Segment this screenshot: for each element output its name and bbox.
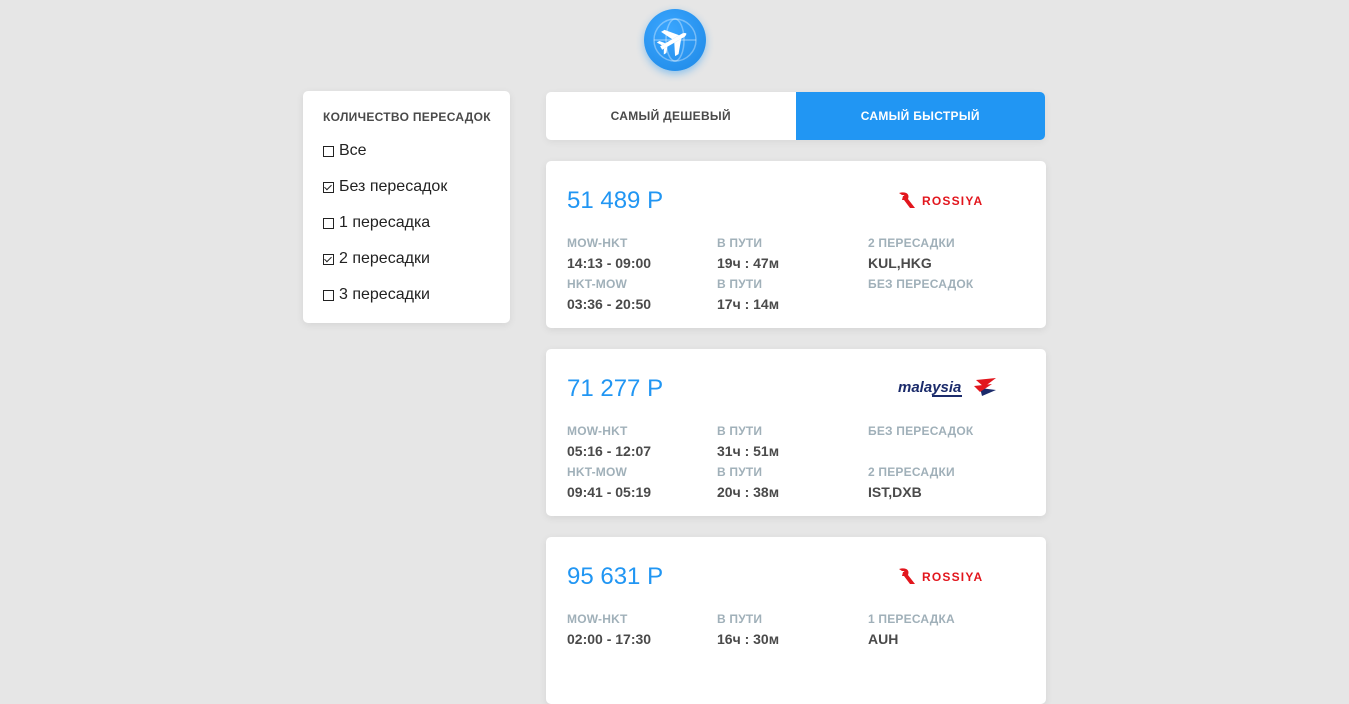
filter-option-all[interactable]: Все	[323, 141, 367, 161]
airline-name: ROSSIYA	[922, 570, 983, 584]
airplane-globe-icon	[653, 18, 697, 62]
segment-duration-label: В ПУТИ	[717, 612, 763, 626]
segment-stops-label: 1 ПЕРЕСАДКА	[868, 612, 955, 626]
segment-stops-label: БЕЗ ПЕРЕСАДОК	[868, 424, 974, 438]
segment-times: 05:16 - 12:07	[567, 443, 652, 459]
segment-stops: IST,DXB	[868, 484, 922, 500]
filter-option-1-stop[interactable]: 1 пересадка	[323, 213, 430, 233]
filter-option-nonstop[interactable]: Без пересадок	[323, 177, 447, 197]
segment-duration-label: В ПУТИ	[717, 465, 763, 479]
ticket-price: 51 489 Р	[567, 187, 664, 214]
segment-duration: 31ч : 51м	[717, 443, 780, 459]
segment-times: 09:41 - 05:19	[567, 484, 652, 500]
tab-fastest[interactable]: САМЫЙ БЫСТРЫЙ	[795, 92, 1045, 140]
rossiya-logo: ROSSIYA	[899, 568, 983, 584]
airline-name: ROSSIYA	[922, 194, 983, 208]
segment-route: MOW-HKT	[567, 612, 628, 626]
checkbox[interactable]	[323, 217, 334, 229]
filter-option-3-stops[interactable]: 3 пересадки	[323, 285, 430, 305]
segment-duration: 16ч : 30м	[717, 631, 780, 647]
ticket-card[interactable]: 71 277 Р malaysia MOW-HKT 05:16 - 12:07 …	[546, 349, 1046, 516]
segment-stops: KUL,HKG	[868, 255, 932, 271]
app-logo	[644, 9, 706, 71]
checkbox[interactable]	[323, 145, 334, 157]
stops-filter-panel: КОЛИЧЕСТВО ПЕРЕСАДОК Все Без пересадок 1…	[303, 91, 510, 323]
segment-route: HKT-MOW	[567, 277, 628, 291]
segment-duration-label: В ПУТИ	[717, 277, 763, 291]
segment-route: MOW-HKT	[567, 424, 628, 438]
malaysia-airlines-logo: malaysia	[898, 378, 996, 397]
segment-duration-label: В ПУТИ	[717, 236, 763, 250]
option-label: 1 пересадка	[339, 214, 431, 231]
checkbox[interactable]	[323, 181, 334, 193]
airline-name: malaysia	[898, 379, 961, 396]
segment-route: MOW-HKT	[567, 236, 628, 250]
segment-times: 02:00 - 17:30	[567, 631, 652, 647]
option-label: 2 пересадки	[339, 250, 430, 267]
segment-duration: 19ч : 47м	[717, 255, 780, 271]
segment-stops-label: БЕЗ ПЕРЕСАДОК	[868, 277, 974, 291]
segment-stops-label: 2 ПЕРЕСАДКИ	[868, 465, 955, 479]
checkbox[interactable]	[323, 289, 334, 301]
ticket-price: 95 631 Р	[567, 563, 664, 590]
segment-times: 03:36 - 20:50	[567, 296, 652, 312]
segment-stops: AUH	[868, 631, 899, 647]
option-label: Все	[339, 142, 367, 159]
segment-stops-label: 2 ПЕРЕСАДКИ	[868, 236, 955, 250]
ticket-card[interactable]: 51 489 Р ROSSIYA MOW-HKT 14:13 - 09:00 В…	[546, 161, 1046, 328]
ticket-price: 71 277 Р	[567, 375, 664, 402]
tab-cheapest[interactable]: САМЫЙ ДЕШЕВЫЙ	[546, 92, 796, 140]
filter-option-2-stops[interactable]: 2 пересадки	[323, 249, 430, 269]
filter-title: КОЛИЧЕСТВО ПЕРЕСАДОК	[323, 110, 491, 124]
option-label: Без пересадок	[339, 178, 448, 195]
segment-times: 14:13 - 09:00	[567, 255, 652, 271]
segment-route: HKT-MOW	[567, 465, 628, 479]
rossiya-logo: ROSSIYA	[899, 192, 983, 208]
ticket-card[interactable]: 95 631 Р ROSSIYA MOW-HKT 02:00 - 17:30 В…	[546, 537, 1046, 704]
sort-tabs: САМЫЙ ДЕШЕВЫЙ САМЫЙ БЫСТРЫЙ	[546, 92, 1045, 140]
option-label: 3 пересадки	[339, 286, 430, 303]
checkbox[interactable]	[323, 253, 334, 265]
segment-duration: 17ч : 14м	[717, 296, 780, 312]
segment-duration-label: В ПУТИ	[717, 424, 763, 438]
segment-duration: 20ч : 38м	[717, 484, 780, 500]
